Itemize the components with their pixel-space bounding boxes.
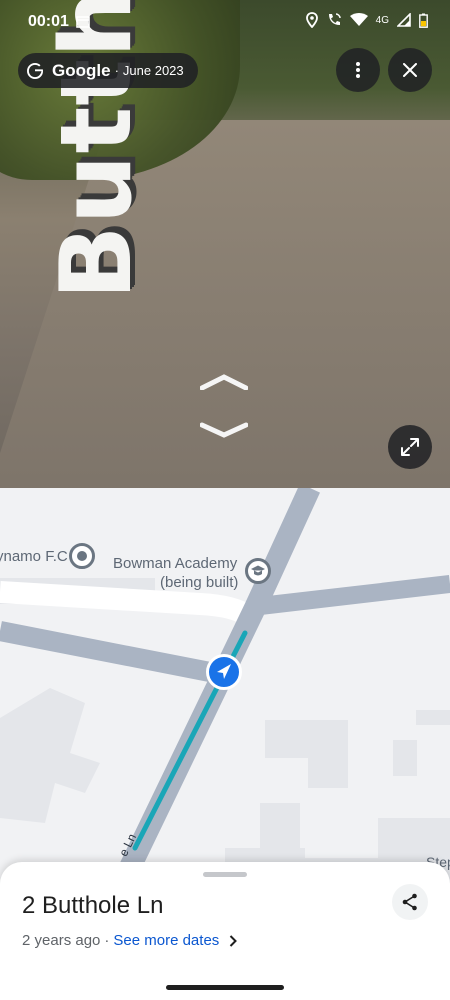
share-button[interactable] <box>392 884 428 920</box>
battery-icon <box>419 13 428 28</box>
wifi-icon <box>349 13 368 26</box>
building <box>416 710 450 725</box>
status-icons: 4G <box>305 12 428 28</box>
status-time: 00:01 <box>28 13 69 30</box>
road <box>0 621 217 683</box>
status-bar: 00:01 4G <box>0 0 450 44</box>
more-vert-icon <box>356 62 360 78</box>
capture-date: June 2023 <box>122 63 184 78</box>
see-more-dates-link[interactable]: See more dates <box>113 932 219 949</box>
road <box>258 575 450 615</box>
capture-age: 2 years ago <box>22 932 101 949</box>
street-view-attribution: Google · June 2023 <box>18 53 198 88</box>
school-icon[interactable] <box>245 558 271 584</box>
share-icon <box>402 893 417 911</box>
close-icon <box>403 63 417 77</box>
network-type: 4G <box>375 14 389 26</box>
building <box>308 720 348 788</box>
building <box>0 688 100 823</box>
location-icon <box>305 12 318 28</box>
poi-label-academy[interactable]: Bowman Academy <box>113 555 237 572</box>
calendar-icon <box>76 16 90 28</box>
wifi-calling-icon <box>328 13 341 25</box>
capture-info: 2 years ago · See more dates <box>22 932 238 949</box>
minor-road <box>0 581 258 627</box>
poi-marker-sports[interactable] <box>69 543 95 569</box>
move-back-chevron-icon[interactable] <box>200 422 248 438</box>
close-button[interactable] <box>388 48 432 92</box>
google-g-icon <box>27 62 43 79</box>
expand-icon <box>401 438 419 456</box>
signal-icon <box>397 13 411 27</box>
place-bottom-sheet[interactable]: 2 Butthole Ln 2 years ago · See more dat… <box>0 862 450 1000</box>
address-title: 2 Butthole Ln <box>22 892 164 919</box>
building <box>393 740 417 776</box>
drag-handle[interactable] <box>203 872 247 877</box>
poi-label-academy-status: (being built) <box>160 574 239 591</box>
google-brand: Google <box>52 60 111 80</box>
chevron-right-icon[interactable] <box>229 934 238 947</box>
more-options-button[interactable] <box>336 48 380 92</box>
map-view[interactable]: ynamo F.C Bowman Academy (being built) e… <box>0 488 450 888</box>
current-view-arrow-icon[interactable] <box>206 654 242 690</box>
gesture-nav-bar[interactable] <box>166 985 284 990</box>
move-forward-chevron-icon[interactable] <box>200 374 248 390</box>
expand-button[interactable] <box>388 425 432 469</box>
poi-label-dynamo[interactable]: ynamo F.C <box>0 548 68 565</box>
